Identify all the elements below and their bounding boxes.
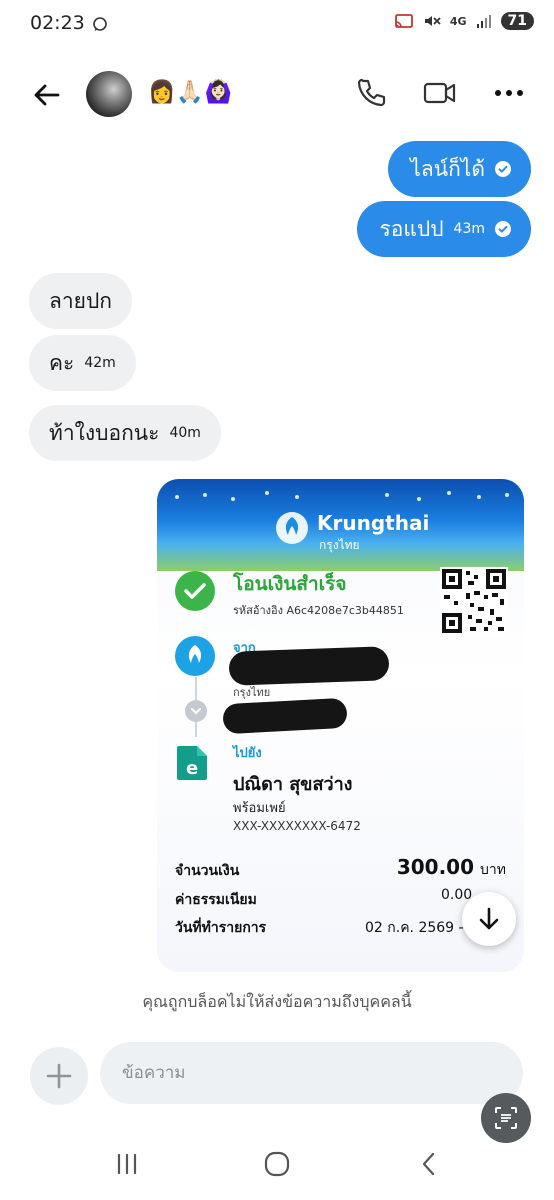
incoming-message[interactable]: คะ 42m (29, 335, 136, 391)
scan-icon (495, 1107, 517, 1129)
video-icon[interactable] (422, 76, 458, 110)
mute-icon (424, 16, 441, 26)
transfer-status: โอนเงินสำเร็จ (233, 573, 347, 595)
read-check-icon (495, 161, 511, 177)
recipient-account: XXX-XXXXXXXX-6472 (233, 819, 361, 833)
amount-number: 300.00 (396, 855, 475, 879)
plus-icon (46, 1063, 72, 1089)
scan-text-button[interactable] (481, 1093, 531, 1143)
chevron-down-icon (185, 700, 207, 722)
cast-icon (394, 14, 413, 28)
to-label: ไปยัง (233, 746, 262, 761)
recent-apps-icon[interactable] (114, 1152, 140, 1176)
sender-bank: กรุงไทย (233, 686, 271, 699)
more-options-icon[interactable] (492, 80, 526, 106)
outgoing-message[interactable]: ไลน์ก็ได้ (388, 141, 531, 197)
message-input[interactable] (100, 1042, 523, 1104)
back-arrow-icon[interactable] (30, 78, 64, 112)
svg-text:e: e (186, 758, 198, 779)
battery-level: 71 (500, 12, 534, 30)
message-time: 43m (453, 221, 485, 237)
add-attachment-button[interactable] (30, 1047, 88, 1105)
amount-value: 300.00 บาท (397, 855, 506, 881)
transaction-date: 02 ก.ค. 2569 - (365, 920, 464, 936)
receipt-banner: Krungthai กรุงไทย (157, 479, 524, 571)
qr-code-icon (440, 567, 508, 635)
contact-avatar[interactable] (86, 71, 132, 117)
message-time: 42m (84, 355, 116, 371)
recipient-name: ปณิดา สุขสว่าง (233, 774, 353, 795)
contact-name[interactable]: 👩🙏🏻🙆🏻‍♀️ (148, 80, 233, 105)
nav-back-icon[interactable] (419, 1151, 439, 1177)
signal-icon (476, 15, 491, 28)
krungthai-logo (276, 512, 308, 544)
status-time: 02:23 (30, 12, 85, 34)
arrow-down-icon (479, 907, 499, 930)
currency-unit: บาท (480, 862, 506, 878)
redaction-mark (222, 697, 348, 735)
blocked-notice: คุณถูกบล็อคไม่ให้ส่งข้อความถึงบุคคลนี้ (142, 992, 412, 1011)
fee-label: ค่าธรรมเนียม (175, 892, 257, 908)
message-text: คะ (49, 350, 75, 375)
recipient-service: พร้อมเพย์ (233, 801, 286, 816)
message-text: รอแปป (379, 216, 444, 241)
sender-bank-icon (175, 636, 215, 676)
status-icons: 4G 71 (394, 12, 534, 30)
amount-label: จำนวนเงิน (175, 863, 240, 879)
redaction-mark (228, 646, 390, 686)
phone-icon[interactable] (355, 76, 389, 110)
incoming-message[interactable]: ท้าใงบอกนะ 40m (29, 405, 221, 461)
bank-name-thai: กรุงไทย (319, 538, 360, 552)
message-text: ลายปก (49, 288, 113, 313)
e-wallet-icon: e (177, 746, 207, 780)
scroll-to-bottom-button[interactable] (462, 892, 516, 946)
date-label: วันที่ทำรายการ (175, 920, 267, 936)
bank-name: Krungthai (317, 511, 430, 535)
message-time: 40m (169, 425, 201, 441)
reference-code: รหัสอ้างอิง A6c4208e7c3b44851 (233, 604, 404, 617)
home-icon[interactable] (264, 1151, 290, 1177)
transfer-receipt-image[interactable]: Krungthai กรุงไทย โอนเงินสำเร็จ รหัสอ้าง… (157, 479, 524, 972)
network-label: 4G (449, 14, 467, 28)
read-check-icon (495, 221, 511, 237)
message-text: ท้าใงบอกนะ (49, 420, 160, 445)
incoming-message[interactable]: ลายปก (29, 273, 133, 329)
message-text: ไลน์ก็ได้ (410, 156, 485, 181)
outgoing-message[interactable]: รอแปป 43m (357, 201, 531, 257)
success-check-icon (175, 571, 215, 611)
chat-notification-icon (93, 17, 107, 31)
